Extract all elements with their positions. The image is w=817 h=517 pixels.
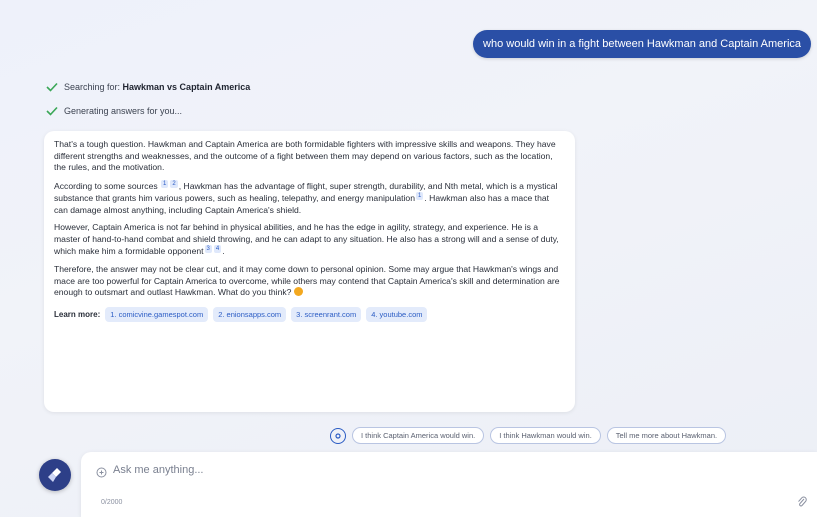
source-link-comicvine[interactable]: 1. comicvine.gamespot.com bbox=[105, 306, 209, 323]
character-count: 0/2000 bbox=[101, 499, 123, 506]
smiley-emoji-icon bbox=[293, 287, 303, 297]
chat-composer: 0/2000 bbox=[81, 452, 817, 517]
citation-link[interactable]: 1 bbox=[416, 192, 424, 201]
answer-paragraph-2: According to some sources 12, Hawkman ha… bbox=[54, 179, 558, 215]
user-message-text: who would win in a fight between Hawkman… bbox=[483, 38, 801, 50]
suggestion-chip-tell-more[interactable]: Tell me more about Hawkman. bbox=[606, 427, 727, 444]
answer-paragraph-4: Therefore, the answer may not be clear c… bbox=[54, 263, 560, 298]
answer-card: That's a tough question. Hawkman and Cap… bbox=[44, 131, 575, 412]
status-searching-label: Searching for: bbox=[64, 82, 123, 92]
chat-bubble-icon bbox=[96, 465, 107, 483]
citation-link[interactable]: 1 bbox=[161, 179, 169, 188]
new-topic-button[interactable] bbox=[39, 459, 71, 491]
status-searching: Searching for: Hawkman vs Captain Americ… bbox=[46, 82, 250, 92]
answer-paragraph-3: However, Captain America is not far behi… bbox=[54, 222, 559, 257]
chat-input[interactable] bbox=[111, 463, 715, 477]
citation-link[interactable]: 2 bbox=[170, 179, 178, 188]
status-generating-label: Generating answers for you... bbox=[64, 106, 183, 116]
suggestion-chip-hawkman[interactable]: I think Hawkman would win. bbox=[490, 427, 601, 444]
citation-link[interactable]: 4 bbox=[213, 245, 222, 254]
source-link-screenrant[interactable]: 3. screenrant.com bbox=[291, 306, 362, 323]
user-message-bubble: who would win in a fight between Hawkman… bbox=[473, 30, 811, 58]
citation-link[interactable]: 3 bbox=[204, 245, 212, 254]
learn-more-label: Learn more: bbox=[54, 309, 101, 319]
status-search-query: Hawkman vs Captain America bbox=[122, 82, 251, 92]
answer-paragraph-1: That's a tough question. Hawkman and Cap… bbox=[54, 139, 556, 173]
attach-icon[interactable] bbox=[797, 495, 807, 513]
check-icon bbox=[46, 82, 58, 92]
help-icon[interactable] bbox=[330, 427, 346, 444]
suggestion-row: I think Captain America would win. I thi… bbox=[330, 427, 727, 444]
source-link-enionsapps[interactable]: 2. enionsapps.com bbox=[213, 306, 287, 323]
source-link-youtube[interactable]: 4. youtube.com bbox=[366, 306, 428, 323]
learn-more-row: Learn more: 1. comicvine.gamespot.com 2.… bbox=[54, 306, 565, 323]
check-icon bbox=[46, 106, 58, 116]
suggestion-chip-captain-america[interactable]: I think Captain America would win. bbox=[352, 427, 485, 444]
broom-icon bbox=[48, 468, 61, 482]
status-generating: Generating answers for you... bbox=[46, 106, 182, 116]
